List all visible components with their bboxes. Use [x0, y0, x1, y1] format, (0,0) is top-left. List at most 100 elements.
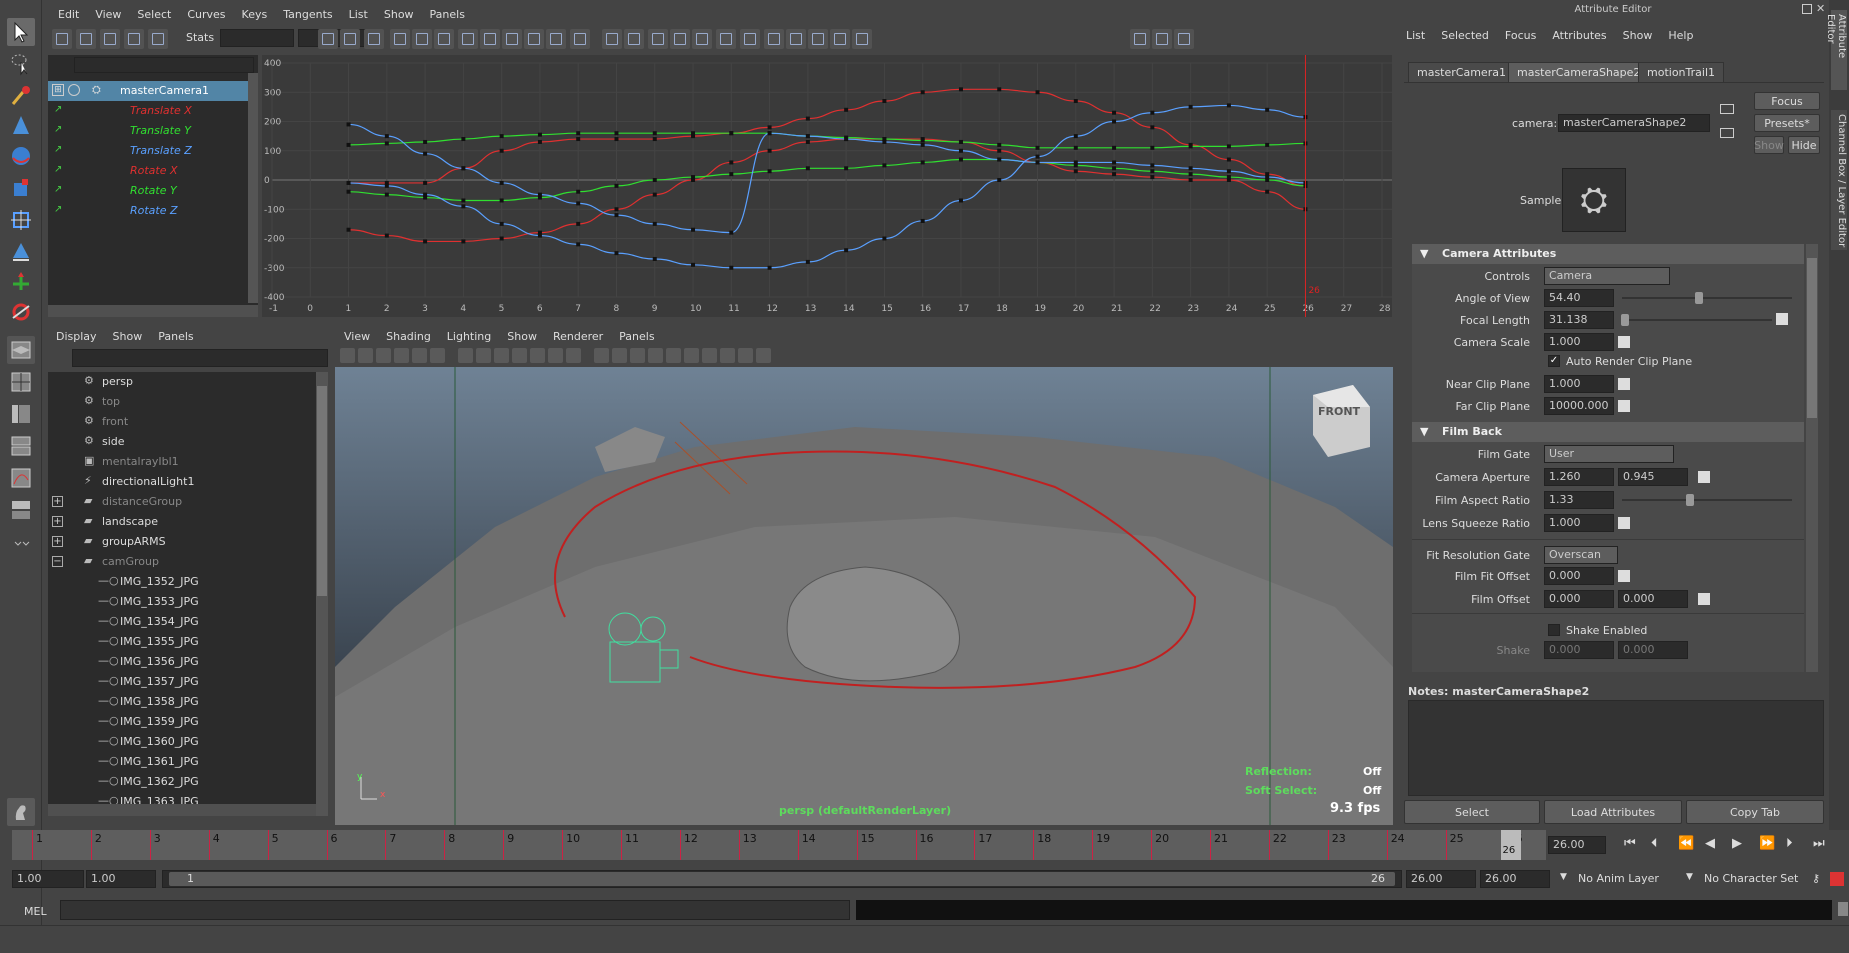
trax-editor-icon[interactable]	[1174, 29, 1194, 49]
outliner-item[interactable]: —○ IMG_1353_JPG	[48, 592, 316, 612]
keyframe-point[interactable]	[384, 141, 389, 146]
keyframe-point[interactable]	[844, 107, 849, 112]
angle-of-view-slider[interactable]	[1622, 292, 1792, 304]
film-fit-offset-map-icon[interactable]	[1618, 570, 1630, 582]
xray-active-icon[interactable]	[648, 348, 663, 363]
keyframe-point[interactable]	[1150, 169, 1155, 174]
outliner-item[interactable]: —○ IMG_1362_JPG	[48, 772, 316, 792]
play-forward-icon[interactable]: ▶	[1732, 836, 1742, 851]
graph-outliner-hscroll[interactable]	[48, 305, 258, 317]
lens-squeeze-field[interactable]: 1.000	[1544, 514, 1614, 532]
fit-gate-dropdown[interactable]: Overscan	[1544, 546, 1618, 564]
keyframe-point[interactable]	[652, 137, 657, 142]
focal-slider-handle[interactable]	[1621, 314, 1629, 326]
outliner-item[interactable]: ⚙ persp	[48, 372, 316, 392]
outliner-menu-panels[interactable]: Panels	[150, 330, 201, 343]
attr-menu-list[interactable]: List	[1398, 29, 1433, 42]
keyframe-point[interactable]	[1188, 178, 1193, 182]
outliner-item[interactable]: —○ IMG_1361_JPG	[48, 752, 316, 772]
keyframe-point[interactable]	[499, 180, 504, 185]
keyframe-point[interactable]	[1226, 144, 1231, 149]
graph-menu-curves[interactable]: Curves	[179, 8, 233, 21]
free-weight-icon[interactable]	[602, 29, 622, 49]
keyframe-point[interactable]	[576, 131, 581, 136]
keyframe-point[interactable]	[614, 183, 619, 188]
keyframe-point[interactable]	[1265, 189, 1270, 194]
step-forward-frame-icon[interactable]: ⏵	[1786, 836, 1793, 851]
keyframe-point[interactable]	[1112, 160, 1117, 165]
side-tab-channel-box[interactable]: Channel Box / Layer Editor	[1831, 110, 1847, 250]
hud-icon[interactable]	[756, 348, 771, 363]
value-snap-icon[interactable]	[808, 29, 828, 49]
keyframe-point[interactable]	[499, 134, 504, 139]
tab-mastercamera1[interactable]: masterCamera1	[1408, 62, 1515, 82]
keyframe-point[interactable]	[844, 137, 849, 142]
channel-row[interactable]: ↗ Rotate X	[48, 161, 248, 181]
expand-toggle-icon[interactable]: +	[52, 536, 63, 547]
angle-slider-handle[interactable]	[1694, 292, 1703, 304]
select-tool-icon[interactable]	[7, 18, 35, 46]
keyframe-point[interactable]	[767, 125, 772, 130]
aperture-y-field[interactable]: 0.945	[1618, 468, 1688, 486]
plateau-tangent-icon[interactable]	[524, 29, 544, 49]
outliner-scrollbar[interactable]	[316, 372, 328, 816]
film-fit-offset-field[interactable]: 0.000	[1544, 567, 1614, 585]
outliner-item[interactable]: ⚡ directionalLight1	[48, 472, 316, 492]
keyframe-point[interactable]	[461, 198, 466, 203]
keyframe-point[interactable]	[346, 227, 351, 232]
aperture-x-field[interactable]: 1.260	[1544, 468, 1614, 486]
collapse-icon[interactable]	[68, 84, 80, 96]
viewport-menu-show[interactable]: Show	[499, 330, 545, 343]
keyframe-point[interactable]	[729, 172, 734, 177]
notes-textarea[interactable]	[1408, 700, 1824, 796]
image-plane-icon[interactable]	[394, 348, 409, 363]
expand-toggle-icon[interactable]: −	[52, 556, 63, 567]
outliner-menu-show[interactable]: Show	[105, 330, 151, 343]
outliner-item[interactable]: + ▰ landscape	[48, 512, 316, 532]
keyframe-point[interactable]	[1188, 166, 1193, 171]
select-camera-icon[interactable]	[340, 348, 355, 363]
isolate-icon[interactable]	[740, 29, 760, 49]
keyframe-point[interactable]	[537, 139, 542, 144]
frame-playback-icon[interactable]	[340, 29, 360, 49]
expand-icon[interactable]: ⊞	[52, 84, 64, 96]
step-back-frame-icon[interactable]: ⏴	[1651, 836, 1658, 851]
keyframe-point[interactable]	[1226, 175, 1231, 180]
copy-tab-button[interactable]: Copy Tab	[1686, 800, 1824, 824]
controls-dropdown[interactable]: Camera	[1544, 267, 1670, 285]
keyframe-point[interactable]	[1150, 145, 1155, 150]
keyframe-point[interactable]	[1073, 134, 1078, 139]
side-tab-attribute-editor[interactable]: Attribute Editor	[1825, 10, 1847, 90]
keyframe-point[interactable]	[958, 198, 963, 203]
keyframe-point[interactable]	[614, 131, 619, 136]
graph-curves[interactable]: 4003002001000-100-200-300-400-1 0 1 2 3 4 5 6 7 8…	[262, 55, 1392, 317]
float-icon[interactable]	[1802, 4, 1812, 14]
denormalize-icon[interactable]	[716, 29, 736, 49]
linear-tangent-icon[interactable]	[458, 29, 478, 49]
attr-scrollbar[interactable]	[1806, 244, 1818, 672]
graph-outliner-scrollbar[interactable]	[248, 73, 258, 303]
unify-tangent-icon[interactable]	[570, 29, 590, 49]
keyframe-point[interactable]	[576, 242, 581, 247]
paint-tool-icon[interactable]	[7, 82, 35, 110]
expand-toggle-icon[interactable]: +	[52, 516, 63, 527]
map-button-icon[interactable]	[1776, 313, 1788, 325]
stacked-view-icon[interactable]	[1130, 29, 1150, 49]
range-slider[interactable]: 1 26	[162, 870, 1402, 888]
film-offset-x-field[interactable]: 0.000	[1544, 590, 1614, 608]
keyframe-point[interactable]	[423, 239, 428, 244]
attr-menu-selected[interactable]: Selected	[1433, 29, 1497, 42]
graph-outliner-filter[interactable]	[74, 57, 254, 73]
graph-menu-list[interactable]: List	[341, 8, 376, 21]
frame-all-icon[interactable]	[318, 29, 338, 49]
film-gate-icon[interactable]	[720, 348, 735, 363]
move-tool-icon[interactable]	[7, 112, 35, 140]
dope-sheet-icon[interactable]	[1152, 29, 1172, 49]
viewport-menu-shading[interactable]: Shading	[378, 330, 439, 343]
keyframe-point[interactable]	[958, 87, 963, 92]
current-time-field[interactable]: 26.00	[1548, 836, 1606, 854]
wireframe-icon[interactable]	[458, 348, 473, 363]
grease-pencil-icon[interactable]	[430, 348, 445, 363]
keyframe-point[interactable]	[423, 192, 428, 197]
keyframe-point[interactable]	[767, 131, 772, 136]
